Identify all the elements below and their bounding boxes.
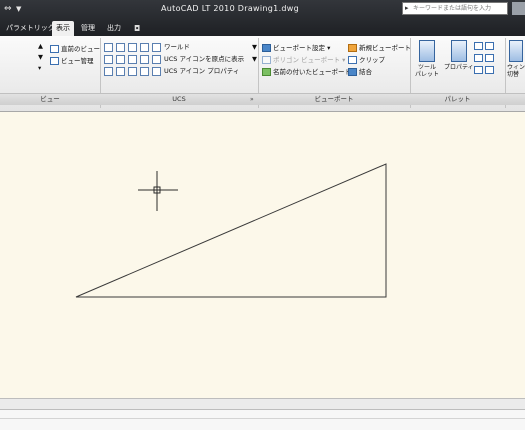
clip-label: クリップ <box>359 56 385 64</box>
panel-expand-icon[interactable]: » <box>250 94 254 105</box>
previous-view-label: 直前のビュー <box>61 45 100 53</box>
quick-access-icon[interactable]: ⇔ <box>4 4 16 14</box>
design-center-icon[interactable] <box>485 42 494 50</box>
viewport-config-label: ビューポート設定 <box>273 44 325 52</box>
camera-icon[interactable]: ◘ <box>134 24 140 33</box>
search-button[interactable] <box>512 2 525 15</box>
sheet-set-icon[interactable] <box>474 42 483 50</box>
ucs-world-select[interactable]: ワールド <box>164 43 190 51</box>
properties-button[interactable]: プロパティ <box>444 40 474 71</box>
ucs-icon[interactable] <box>116 42 125 52</box>
tool-palette-label: ツール パレット <box>415 64 440 78</box>
palette-small-buttons <box>474 65 496 75</box>
previous-view-button[interactable]: 直前のビュー <box>50 44 100 54</box>
expand-icon[interactable]: ▾ <box>38 63 41 73</box>
crosshair-cursor <box>138 171 178 211</box>
polygon-viewport-label: ポリゴン ビューポート <box>273 56 341 64</box>
viewport-config-button[interactable]: ビューポート設定 ▾ <box>262 43 330 53</box>
clip-icon <box>348 56 357 64</box>
clip-button[interactable]: クリップ <box>348 55 385 65</box>
calculator-icon[interactable] <box>485 54 494 62</box>
named-viewports-button[interactable]: 名前の付いたビューポート <box>262 67 351 77</box>
ucs-icon[interactable] <box>116 66 125 76</box>
named-viewports-label: 名前の付いたビューポート <box>273 68 351 76</box>
tool-palette-icon <box>419 40 435 62</box>
join-label: 結合 <box>359 68 372 76</box>
properties-icon <box>450 40 467 62</box>
view-manager-button[interactable]: ビュー管理 <box>50 56 94 66</box>
ucs-row-2: UCS アイコンを原点に表示 <box>104 54 244 64</box>
ucs-icon[interactable] <box>140 42 149 52</box>
triangle-shape[interactable] <box>75 163 387 298</box>
panel-label-palettes: パレット <box>444 95 471 103</box>
ucs-icon[interactable] <box>104 66 113 76</box>
tab-view[interactable]: 表示 <box>52 21 74 36</box>
previous-view-icon <box>50 45 59 53</box>
scroll-down-icon[interactable]: ▼ <box>38 52 43 62</box>
dropdown-arrow-icon[interactable]: ▼ <box>252 42 257 52</box>
switch-window-label: ウィン 切替 <box>507 64 525 78</box>
tab-parametric[interactable]: パラメトリック <box>6 21 55 36</box>
drawing-area[interactable] <box>0 112 525 398</box>
drawing-canvas[interactable] <box>0 112 525 398</box>
polygon-viewport-icon <box>262 56 271 64</box>
help-search-input[interactable] <box>413 3 505 14</box>
panel-label-ucs: UCS <box>172 95 186 103</box>
ucs-icon[interactable] <box>116 54 125 64</box>
palette-small-buttons <box>474 53 496 63</box>
palette-small-buttons <box>474 41 496 51</box>
panel-label-view: ビュー <box>40 95 60 103</box>
ucs-row-1: ワールド <box>104 42 190 52</box>
ucs-icon[interactable] <box>128 42 137 52</box>
ucs-icon[interactable] <box>128 66 137 76</box>
ucs-show-at-origin[interactable]: UCS アイコンを原点に表示 <box>164 55 244 63</box>
polygon-viewport-button: ポリゴン ビューポート ▾ <box>262 55 345 65</box>
tool-palette-button[interactable]: ツール パレット <box>415 40 439 78</box>
dropdown-arrow-icon[interactable]: ▼ <box>252 54 257 64</box>
markup-icon[interactable] <box>474 54 483 62</box>
panel-label-viewports: ビューポート <box>314 95 354 103</box>
search-arrow-icon: ▸ <box>405 4 409 12</box>
switch-window-button[interactable]: ウィン 切替 <box>507 40 525 78</box>
ucs-properties-icon[interactable] <box>152 66 161 76</box>
switch-window-icon <box>509 40 523 62</box>
new-viewport-icon <box>348 44 357 52</box>
title-bar: ⇔ ▼ AutoCAD LT 2010 Drawing1.dwg ▸ パラメトリ… <box>0 0 525 36</box>
new-viewport-button[interactable]: 新規ビューポート <box>348 43 411 53</box>
view-manager-label: ビュー管理 <box>61 57 94 65</box>
ucs-icon[interactable] <box>140 66 149 76</box>
window-title: AutoCAD LT 2010 Drawing1.dwg <box>160 4 300 13</box>
quick-calc-icon[interactable] <box>485 66 494 74</box>
join-button[interactable]: 結合 <box>348 67 372 77</box>
tab-manage[interactable]: 管理 <box>81 21 95 36</box>
ribbon-tabs: パラメトリック 表示 管理 出力 ◘ <box>0 19 525 36</box>
view-manager-icon <box>50 57 59 65</box>
ucs-icon[interactable] <box>104 54 113 64</box>
viewport-config-icon <box>262 44 271 52</box>
db-connect-icon[interactable] <box>474 66 483 74</box>
help-search-box[interactable]: ▸ <box>402 2 508 15</box>
tab-output[interactable]: 出力 <box>107 21 121 36</box>
ucs-origin-icon[interactable] <box>152 54 161 64</box>
ucs-icon-properties[interactable]: UCS アイコン プロパティ <box>164 67 239 75</box>
named-viewports-icon <box>262 68 271 76</box>
join-icon <box>348 68 357 76</box>
new-viewport-label: 新規ビューポート <box>359 44 411 52</box>
ucs-world-icon[interactable] <box>152 42 161 52</box>
horizontal-scrollbar[interactable] <box>0 398 525 410</box>
ucs-icon[interactable] <box>140 54 149 64</box>
status-area <box>0 410 525 430</box>
quick-access-dropdown-icon[interactable]: ▼ <box>16 4 21 14</box>
properties-label: プロパティ <box>444 64 474 71</box>
ucs-icon[interactable] <box>104 42 113 52</box>
ucs-row-3: UCS アイコン プロパティ <box>104 66 239 76</box>
status-divider <box>0 418 525 419</box>
ucs-icon[interactable] <box>128 54 137 64</box>
scroll-up-icon[interactable]: ▲ <box>38 41 43 51</box>
ribbon-panel-labels: ビュー UCS » ビューポート パレット <box>0 93 525 105</box>
